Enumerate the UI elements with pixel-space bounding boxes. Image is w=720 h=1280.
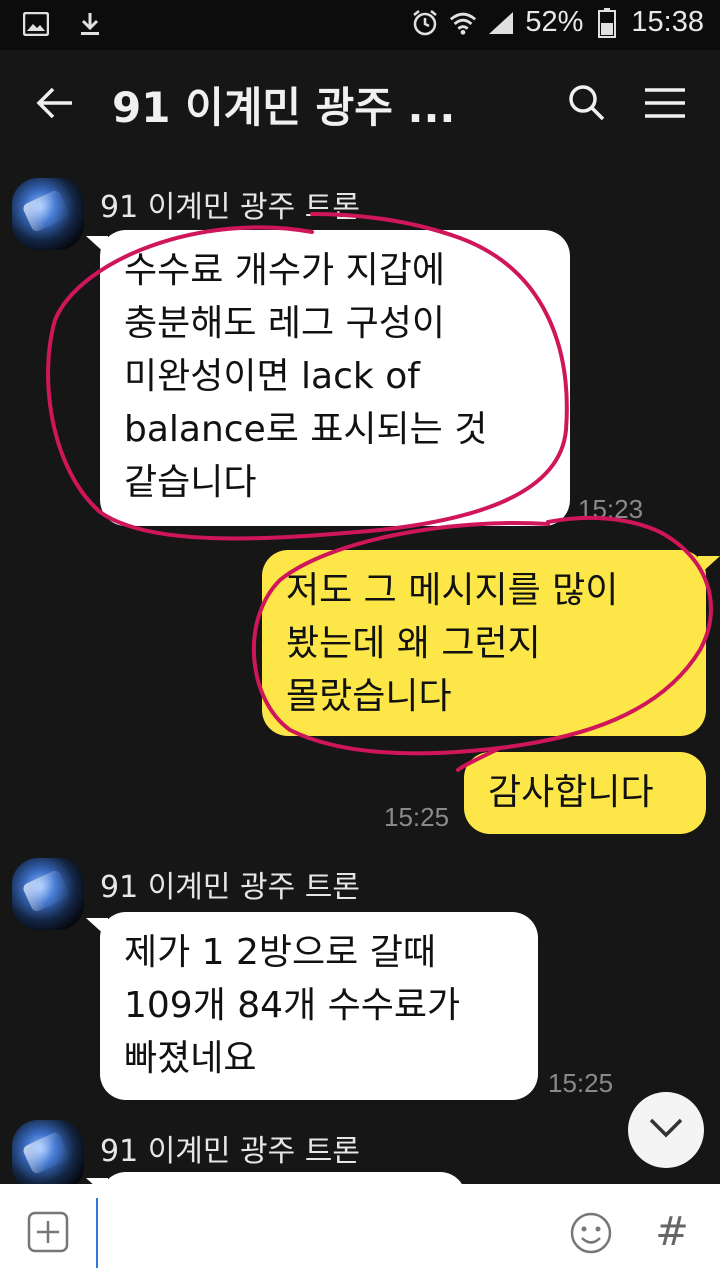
hashtag-icon: # — [655, 1209, 689, 1255]
hashtag-button[interactable]: # — [648, 1204, 696, 1260]
avatar[interactable] — [12, 178, 84, 250]
scroll-to-bottom-button[interactable] — [628, 1092, 704, 1168]
app-bar: 91 이계민 광주 ... — [0, 50, 720, 160]
gallery-icon — [22, 10, 50, 38]
attach-button[interactable] — [26, 1211, 70, 1257]
menu-icon — [644, 87, 686, 123]
emoji-icon — [569, 1211, 613, 1259]
back-arrow-icon — [36, 86, 74, 124]
message-input[interactable] — [96, 1198, 536, 1268]
sender-name: 91 이계민 광주 트론 — [100, 1134, 360, 1169]
status-bar: 52% 15:38 — [0, 0, 720, 50]
battery-icon — [593, 7, 621, 38]
message-time: 15:23 — [578, 494, 644, 524]
sender-name: 91 이계민 광주 트론 — [100, 190, 360, 225]
search-icon — [568, 84, 606, 126]
message-bubble[interactable]: 수수료 개수가 지갑에 충분해도 레그 구성이 미완성이면 lack of ba… — [86, 230, 570, 526]
status-time: 15:38 — [631, 6, 704, 38]
sender-name: 91 이계민 광주 트론 — [100, 870, 360, 905]
avatar[interactable] — [12, 858, 84, 930]
emoji-button[interactable] — [568, 1212, 614, 1258]
message-input-bar: # — [0, 1184, 720, 1280]
chevron-down-icon — [649, 1118, 683, 1142]
back-button[interactable] — [30, 80, 80, 130]
add-icon — [27, 1211, 69, 1257]
message-bubble[interactable]: 감사합니다 — [464, 752, 706, 834]
avatar[interactable] — [12, 1120, 84, 1192]
chat-title: 91 이계민 광주 ... — [112, 83, 456, 132]
message-bubble[interactable]: 저도 그 메시지를 많이 봤는데 왜 그런지 몰랐습니다 — [262, 550, 720, 736]
message-time: 15:25 — [384, 802, 450, 832]
message-bubble[interactable]: 제가 1 2방으로 갈때 109개 84개 수수료가 빠졌네요 — [86, 912, 538, 1100]
wifi-icon — [449, 9, 477, 37]
search-button[interactable] — [562, 80, 612, 130]
message-time: 15:25 — [548, 1068, 614, 1098]
menu-button[interactable] — [638, 80, 692, 130]
signal-icon — [487, 9, 515, 37]
alarm-icon — [411, 9, 439, 37]
battery-percent: 52% — [525, 6, 584, 38]
download-icon — [76, 10, 104, 38]
